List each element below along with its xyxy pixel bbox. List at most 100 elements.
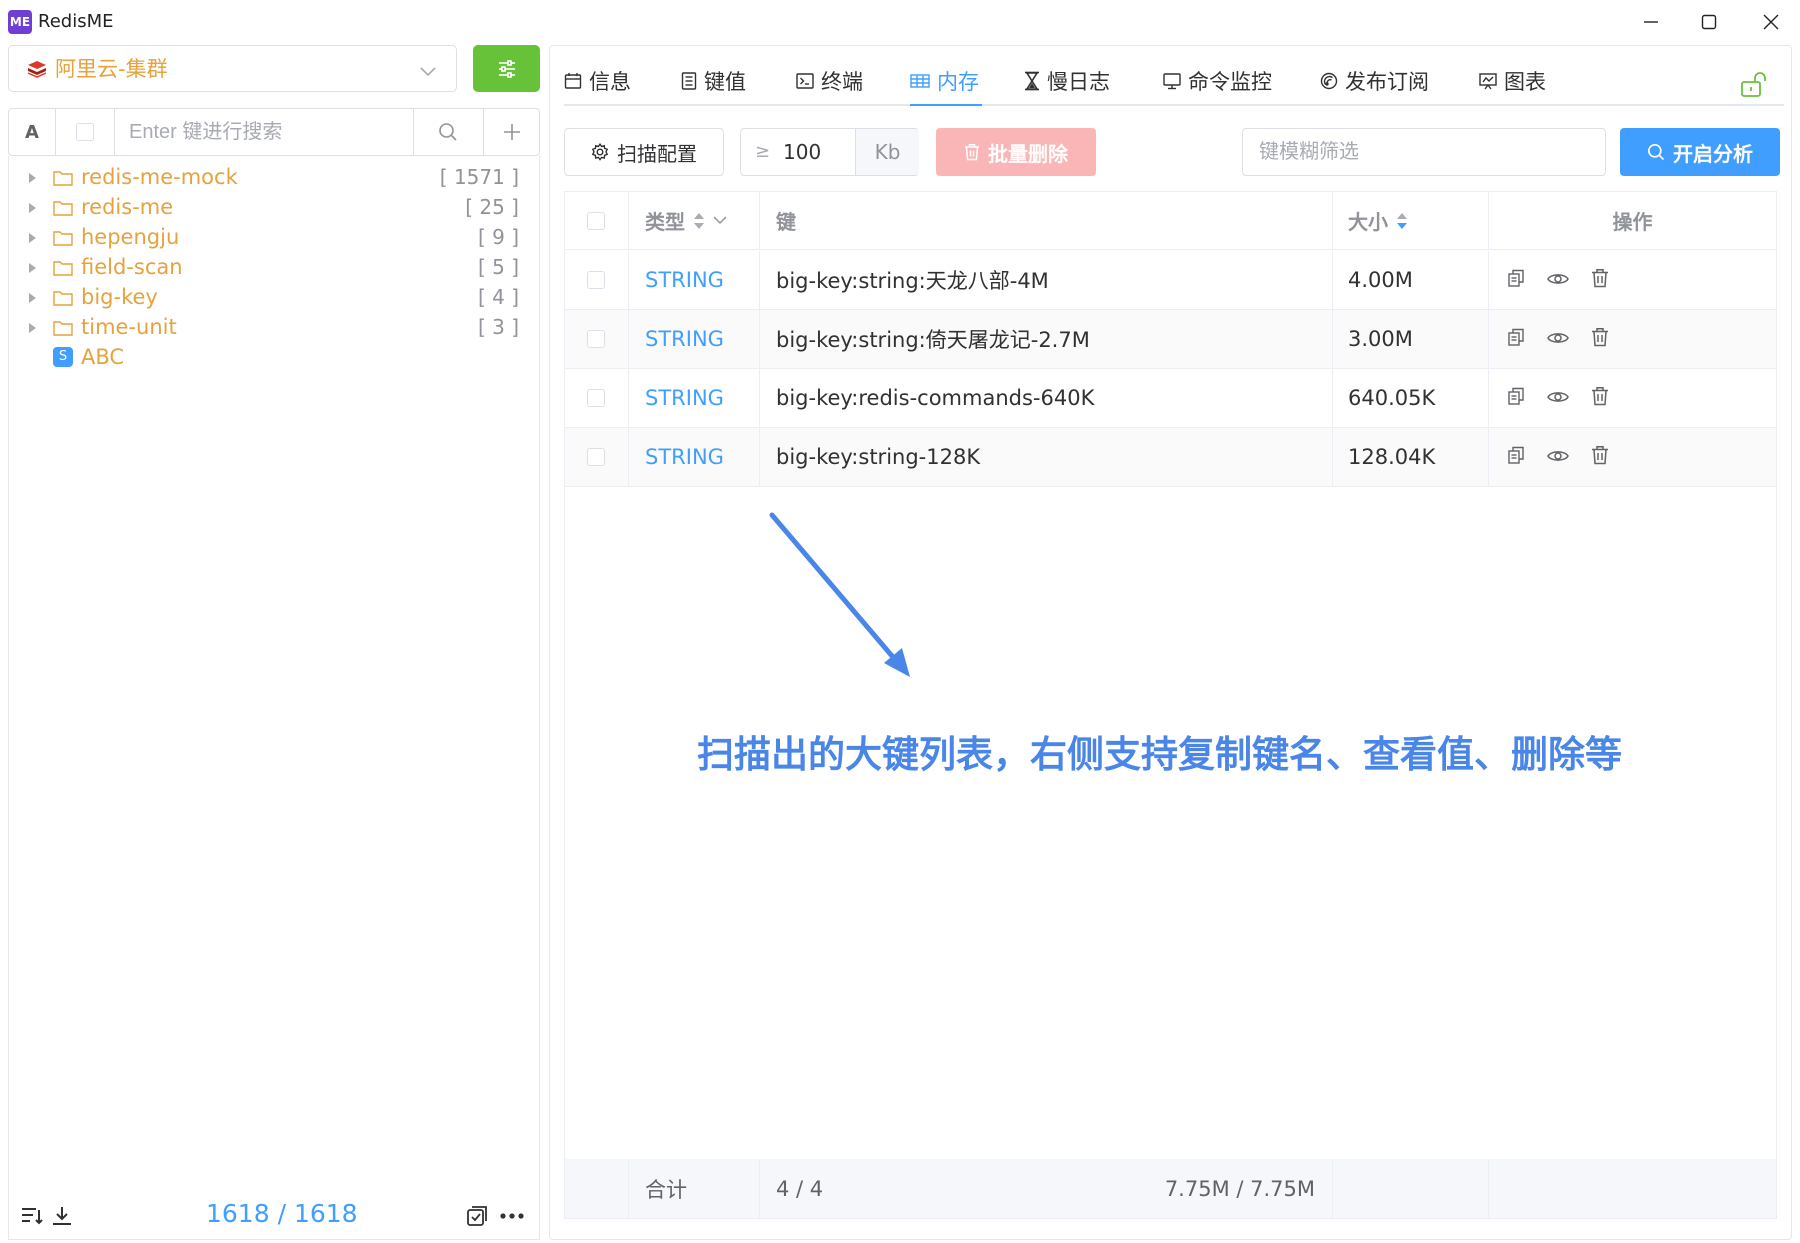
tree-key-label: ABC bbox=[81, 345, 125, 369]
row-checkbox-cell[interactable] bbox=[587, 428, 605, 486]
tab-terminal[interactable]: 终端 bbox=[796, 58, 863, 104]
unlock-icon[interactable] bbox=[1740, 72, 1770, 102]
select-all-checkbox-wrap[interactable] bbox=[55, 109, 113, 155]
folder-icon bbox=[53, 200, 73, 220]
delete-icon[interactable] bbox=[1591, 327, 1609, 352]
table-row[interactable]: STRING big-key:redis-commands-640K 640.0… bbox=[565, 369, 1776, 428]
tree-folder-count: [ 4 ] bbox=[477, 285, 519, 309]
tab-info[interactable]: 信息 bbox=[564, 58, 631, 104]
minimize-button[interactable] bbox=[1628, 8, 1674, 36]
more-icon[interactable] bbox=[498, 1203, 526, 1229]
tree-folder-item[interactable]: hepengju [ 9 ] bbox=[9, 222, 541, 252]
caret-right-icon[interactable] bbox=[29, 203, 36, 213]
row-key: big-key:redis-commands-640K bbox=[776, 386, 1095, 410]
tab-label: 图表 bbox=[1504, 70, 1546, 94]
delete-icon[interactable] bbox=[1591, 268, 1609, 293]
batch-delete-button[interactable]: 批量删除 bbox=[936, 128, 1096, 176]
tree-folder-item[interactable]: big-key [ 4 ] bbox=[9, 282, 541, 312]
copy-icon[interactable] bbox=[1507, 327, 1525, 351]
gear-icon bbox=[591, 143, 609, 161]
row-checkbox-cell[interactable] bbox=[587, 251, 605, 309]
key-filter-input[interactable] bbox=[1242, 128, 1606, 176]
view-icon[interactable] bbox=[1547, 445, 1569, 469]
sort-caret-icon bbox=[1397, 212, 1407, 229]
copy-icon[interactable] bbox=[1507, 445, 1525, 469]
key-count: 1618 / 1618 bbox=[206, 1199, 358, 1228]
tree-folder-item[interactable]: redis-me [ 25 ] bbox=[9, 192, 541, 222]
row-checkbox[interactable] bbox=[587, 271, 605, 289]
tab-pubsub[interactable]: 发布订阅 bbox=[1320, 58, 1429, 104]
caret-right-icon[interactable] bbox=[29, 293, 36, 303]
delete-icon[interactable] bbox=[1591, 386, 1609, 411]
header-key: 键 bbox=[776, 210, 796, 234]
plus-icon bbox=[503, 124, 520, 140]
maximize-button[interactable] bbox=[1686, 8, 1732, 36]
tab-label: 内存 bbox=[937, 70, 979, 94]
calendar-icon bbox=[564, 73, 582, 89]
copy-icon[interactable] bbox=[1507, 386, 1525, 410]
min-size-value[interactable]: 100 bbox=[783, 140, 821, 164]
delete-icon[interactable] bbox=[1591, 445, 1609, 470]
folder-icon bbox=[53, 230, 73, 250]
tab-command-monitor[interactable]: 命令监控 bbox=[1163, 58, 1272, 104]
row-checkbox[interactable] bbox=[587, 448, 605, 466]
memory-toolbar: 扫描配置 ≥ 100 Kb 批量删除 开启分析 bbox=[564, 128, 1784, 176]
header-type[interactable]: 类型 bbox=[645, 192, 727, 249]
row-checkbox-cell[interactable] bbox=[587, 369, 605, 427]
tree-folder-item[interactable]: time-unit [ 3 ] bbox=[9, 312, 541, 342]
close-icon bbox=[1763, 14, 1779, 30]
row-size: 4.00M bbox=[1348, 268, 1413, 292]
start-analysis-button[interactable]: 开启分析 bbox=[1620, 128, 1780, 176]
view-icon[interactable] bbox=[1547, 268, 1569, 292]
add-key-button[interactable] bbox=[483, 109, 539, 155]
view-icon[interactable] bbox=[1547, 386, 1569, 410]
header-size[interactable]: 大小 bbox=[1348, 192, 1408, 249]
sort-icon[interactable] bbox=[18, 1203, 46, 1229]
tab-label: 信息 bbox=[589, 70, 631, 94]
select-all-rows-checkbox[interactable] bbox=[587, 211, 605, 230]
header-select-all[interactable] bbox=[587, 192, 605, 249]
row-actions bbox=[1507, 428, 1609, 486]
scan-config-button[interactable]: 扫描配置 bbox=[564, 128, 724, 176]
table-row[interactable]: STRING big-key:string:天龙八部-4M 4.00M bbox=[565, 251, 1776, 310]
header-ops: 操作 bbox=[1612, 210, 1653, 234]
tab-charts[interactable]: 图表 bbox=[1479, 58, 1546, 104]
tree-folder-item[interactable]: redis-me-mock [ 1571 ] bbox=[9, 162, 541, 192]
connection-settings-button[interactable] bbox=[473, 45, 540, 92]
annotation-arrow bbox=[769, 512, 910, 677]
minimize-icon bbox=[1644, 21, 1658, 23]
view-icon[interactable] bbox=[1547, 327, 1569, 351]
caret-right-icon[interactable] bbox=[29, 233, 36, 243]
row-checkbox[interactable] bbox=[587, 330, 605, 348]
tab-slowlog[interactable]: 慢日志 bbox=[1024, 58, 1110, 104]
key-search-input[interactable] bbox=[114, 109, 414, 155]
table-row[interactable]: STRING big-key:string:倚天屠龙记-2.7M 3.00M bbox=[565, 310, 1776, 369]
tree-key-item[interactable]: S ABC bbox=[9, 342, 541, 372]
import-icon[interactable] bbox=[48, 1203, 76, 1229]
caret-right-icon[interactable] bbox=[29, 323, 36, 333]
connection-select[interactable]: 阿里云-集群 bbox=[8, 45, 457, 92]
table-row[interactable]: STRING big-key:string-128K 128.04K bbox=[565, 428, 1776, 487]
summary-label: 合计 bbox=[645, 1177, 687, 1202]
chart-icon bbox=[1479, 73, 1497, 90]
row-checkbox[interactable] bbox=[587, 389, 605, 407]
caret-right-icon[interactable] bbox=[29, 173, 36, 183]
copy-icon[interactable] bbox=[1507, 268, 1525, 292]
tree-folder-count: [ 1571 ] bbox=[439, 165, 519, 189]
start-analysis-label: 开启分析 bbox=[1673, 141, 1753, 166]
row-checkbox-cell[interactable] bbox=[587, 310, 605, 368]
broadcast-icon bbox=[1320, 72, 1338, 90]
close-button[interactable] bbox=[1748, 8, 1794, 36]
min-size-input[interactable]: ≥ 100 Kb bbox=[740, 128, 919, 176]
search-button[interactable] bbox=[414, 109, 482, 155]
row-key: big-key:string:天龙八部-4M bbox=[776, 269, 1049, 293]
tree-folder-item[interactable]: field-scan [ 5 ] bbox=[9, 252, 541, 282]
tab-memory[interactable]: 内存 bbox=[910, 58, 982, 106]
tab-label: 命令监控 bbox=[1188, 70, 1272, 94]
batch-select-icon[interactable] bbox=[463, 1203, 491, 1229]
caret-right-icon[interactable] bbox=[29, 263, 36, 273]
tab-key-value[interactable]: 键值 bbox=[681, 58, 746, 104]
case-toggle-button[interactable]: A bbox=[9, 109, 55, 155]
terminal-icon bbox=[796, 73, 814, 89]
select-all-checkbox[interactable] bbox=[75, 123, 94, 141]
